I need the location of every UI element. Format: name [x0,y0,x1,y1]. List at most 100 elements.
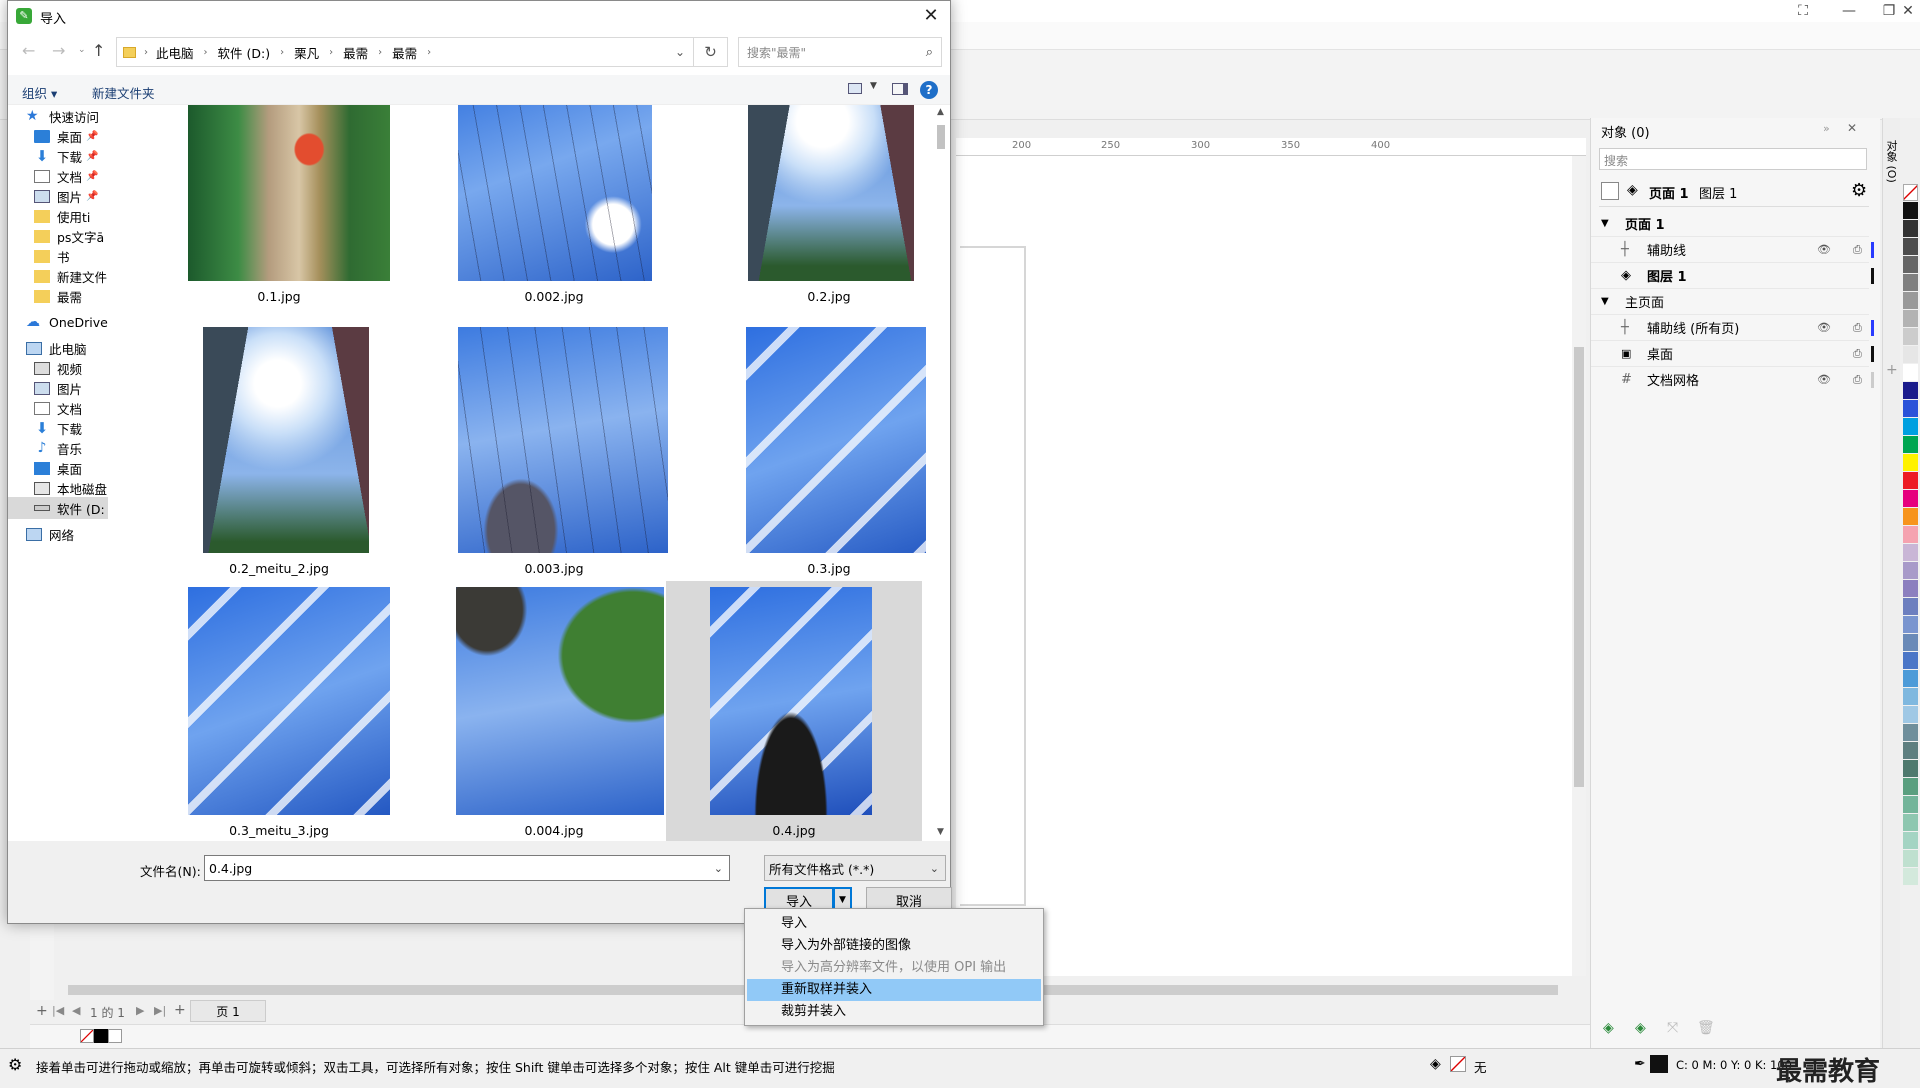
page-tab[interactable]: 页 1 [190,1000,266,1022]
color-swatch[interactable] [1903,796,1918,813]
organize-button[interactable]: 组织 ▾ [22,83,57,102]
scroll-thumb[interactable] [937,125,945,149]
color-swatch[interactable] [1903,562,1918,579]
preview-pane-icon[interactable] [892,83,908,95]
expand-arrow-icon[interactable]: ▼ [1601,218,1609,229]
nav-quick-folder[interactable]: 最需 [34,285,82,307]
user-icon[interactable]: ⛶ [1780,0,1826,22]
color-swatch[interactable] [1903,472,1918,489]
filename-dropdown-icon[interactable]: ⌄ [714,862,723,875]
color-swatch[interactable] [1903,490,1918,507]
tree-item-guides[interactable]: ┼ 辅助线 👁 ⎙ [1591,236,1874,262]
color-swatch[interactable] [1903,382,1918,399]
new-master-layer-icon[interactable]: ◈ [1635,1020,1646,1036]
breadcrumb-item[interactable]: 栗凡 [294,43,319,62]
nav-pc-software-drive[interactable]: 软件 (D: [8,497,108,519]
dialog-close-icon[interactable]: ✕ [916,5,946,27]
add-page-icon[interactable]: + [36,1003,48,1019]
color-swatch[interactable] [1903,220,1918,237]
visibility-eye-icon[interactable]: 👁 [1817,373,1831,386]
nav-pc-downloads[interactable]: ⬇ 下载 [34,417,82,439]
color-swatch[interactable] [1903,454,1918,471]
search-input[interactable]: 搜索"最需" ⌕ [738,37,942,67]
current-page-label[interactable]: 页面 1 [1649,183,1689,202]
color-swatch[interactable] [1903,832,1918,849]
color-swatch[interactable] [1903,346,1918,363]
first-page-icon[interactable]: |◀ [52,1004,64,1017]
refresh-icon[interactable]: ↻ [694,37,728,67]
no-color-swatch[interactable] [1903,184,1918,201]
menu-item-import-linked[interactable]: 导入为外部链接的图像 [747,935,1041,957]
color-swatch[interactable] [1903,778,1918,795]
nav-quick-folder[interactable]: 使用ti [34,205,90,227]
move-layer-icon[interactable]: ⤧ [1667,1020,1678,1036]
color-swatch[interactable] [1903,634,1918,651]
app-close-icon[interactable]: ✕ [1896,0,1920,22]
nav-quick-folder[interactable]: 新建文件 [34,265,107,287]
add-page-after-icon[interactable]: + [174,1002,186,1018]
color-swatch[interactable] [1903,724,1918,741]
nav-quick-documents[interactable]: 文档 📌 [34,165,98,187]
nav-network[interactable]: 网络 [26,523,74,545]
file-item[interactable]: 0.003.jpg [423,327,685,583]
tree-item-layer-1[interactable]: ◈ 图层 1 [1591,262,1874,288]
breadcrumb-item[interactable]: 软件 (D:) [218,43,271,62]
outline-color-swatch[interactable] [1650,1055,1668,1073]
color-swatch[interactable] [1903,400,1918,417]
file-item[interactable]: 0.3_meitu_3.jpg [148,587,410,841]
nav-pc-local-disk[interactable]: 本地磁盘 [34,477,107,499]
fill-none-swatch[interactable] [1450,1056,1466,1072]
file-item[interactable]: 0.2.jpg [698,105,926,349]
nav-quick-folder[interactable]: 书 [34,245,70,267]
color-swatch[interactable] [1903,508,1918,525]
menu-item-crop-import[interactable]: 裁剪并装入 [747,1001,1041,1023]
color-swatch[interactable] [1903,868,1918,885]
color-swatch[interactable] [1903,202,1918,219]
canvas-vertical-scroll-thumb[interactable] [1574,347,1584,787]
nav-pc-documents[interactable]: 文档 [34,397,82,419]
breadcrumb-item[interactable]: 最需 [392,43,417,62]
drawing-canvas[interactable] [956,156,1586,976]
status-gear-icon[interactable]: ⚙ [8,1055,22,1074]
add-tab-icon[interactable]: + [1886,362,1898,378]
nav-pc-videos[interactable]: 视频 [34,357,82,379]
print-icon[interactable]: ⎙ [1853,347,1862,361]
color-swatch[interactable] [1903,364,1918,381]
color-swatch[interactable] [1903,292,1918,309]
nav-quick-downloads[interactable]: ⬇ 下载 📌 [34,145,99,167]
file-item[interactable]: 0.2_meitu_2.jpg [148,327,410,583]
color-swatch[interactable] [1903,598,1918,615]
color-swatch[interactable] [1903,526,1918,543]
file-item[interactable]: 0.002.jpg [423,105,685,349]
file-item[interactable]: 0.3.jpg [698,327,926,583]
up-arrow-icon[interactable]: ↑ [92,41,105,60]
next-page-icon[interactable]: ▶ [136,1004,144,1017]
nav-quick-pictures[interactable]: 图片 📌 [34,185,98,207]
print-icon[interactable]: ⎙ [1853,373,1862,387]
color-swatch[interactable] [1903,760,1918,777]
color-swatch[interactable] [1903,310,1918,327]
color-swatch[interactable] [1903,418,1918,435]
gear-icon[interactable]: ⚙ [1851,180,1867,201]
address-bar[interactable]: › 此电脑 › 软件 (D:) › 栗凡 › 最需 › 最需 › ⌄ [116,37,694,67]
tree-item-desktop[interactable]: ▣ 桌面 ⎙ [1591,340,1874,366]
docker-search-input[interactable]: 搜索 [1599,148,1867,170]
color-swatch[interactable] [1903,688,1918,705]
view-dropdown-icon[interactable]: ▼ [870,81,877,91]
color-swatch[interactable] [1903,238,1918,255]
color-swatch[interactable] [1903,742,1918,759]
search-icon[interactable]: ⌕ [926,45,933,60]
recent-chevron-icon[interactable]: ⌄ [78,45,86,55]
dialog-titlebar[interactable]: ✎ 导入 ✕ [8,1,950,31]
tree-item-page-1[interactable]: ▼ 页面 1 [1591,210,1869,236]
new-folder-button[interactable]: 新建文件夹 [92,83,155,102]
page-view-icon[interactable] [1601,182,1619,200]
prev-page-icon[interactable]: ◀ [72,1004,80,1017]
file-item-selected[interactable]: 0.4.jpg [666,581,922,841]
black-swatch[interactable] [94,1029,108,1043]
file-item[interactable]: 0.004.jpg [423,587,685,841]
color-swatch[interactable] [1903,706,1918,723]
view-options-icon[interactable] [848,83,862,94]
scroll-down-icon[interactable]: ▼ [937,827,944,837]
nav-this-pc[interactable]: 此电脑 [26,337,87,359]
